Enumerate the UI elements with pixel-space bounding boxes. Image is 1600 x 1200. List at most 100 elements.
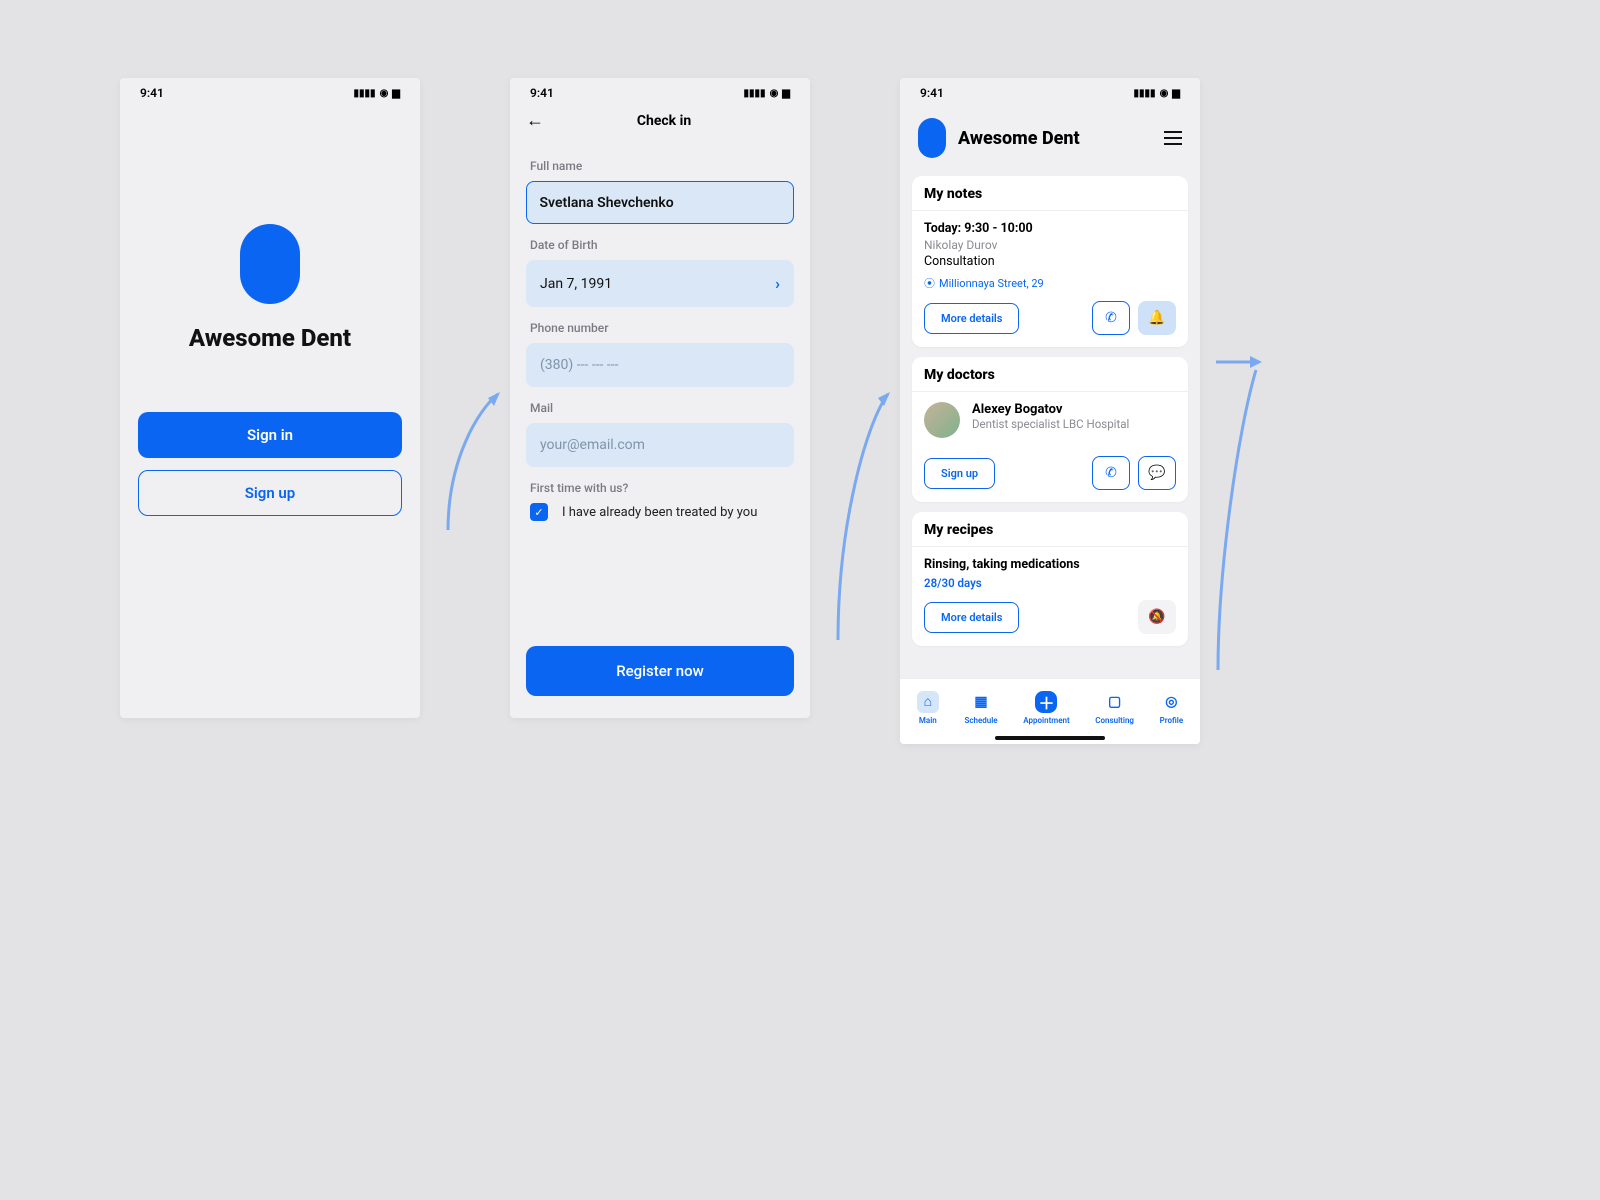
wifi-icon: ◉ <box>770 88 779 99</box>
more-details-button[interactable]: More details <box>924 303 1019 334</box>
card-title: My notes <box>912 176 1188 211</box>
more-details-button[interactable]: More details <box>924 602 1019 633</box>
chat-button[interactable]: 💬 <box>1138 456 1176 490</box>
card-my-recipes: My recipes Rinsing, taking medications 2… <box>912 512 1188 646</box>
chat-icon: 💬 <box>1148 465 1165 481</box>
signal-icon: ▮▮▮▮ <box>354 88 376 99</box>
battery-icon: ▆ <box>1172 88 1180 99</box>
status-bar: 9:41 ▮▮▮▮ ◉ ▆ <box>510 78 810 104</box>
plus-icon: ＋ <box>1035 691 1057 713</box>
note-person: Nikolay Durov <box>924 238 1176 252</box>
card-my-notes: My notes Today: 9:30 - 10:00 Nikolay Dur… <box>912 176 1188 347</box>
tab-consulting[interactable]: ▢ Consulting <box>1095 691 1134 725</box>
doctor-avatar <box>924 402 960 438</box>
status-time: 9:41 <box>920 86 944 100</box>
screen-welcome: 9:41 ▮▮▮▮ ◉ ▆ Awesome Dent Sign in Sign … <box>120 78 420 718</box>
doctor-signup-button[interactable]: Sign up <box>924 458 995 489</box>
flow-arrow-3 <box>1208 350 1268 690</box>
status-icons: ▮▮▮▮ ◉ ▆ <box>1134 88 1180 99</box>
back-button[interactable]: ← <box>526 110 544 131</box>
first-time-label: First time with us? <box>530 481 794 495</box>
tab-label: Appointment <box>1023 716 1069 725</box>
battery-icon: ▆ <box>392 88 400 99</box>
screen-main: 9:41 ▮▮▮▮ ◉ ▆ Awesome Dent My notes Toda… <box>900 78 1200 744</box>
bell-off-icon: 🔕 <box>1148 609 1165 625</box>
status-time: 9:41 <box>140 86 164 100</box>
recipe-title: Rinsing, taking medications <box>924 557 1176 572</box>
phone-icon: ✆ <box>1105 310 1117 326</box>
brand-logo <box>240 224 300 304</box>
treated-checkbox-row[interactable]: ✓ I have already been treated by you <box>526 503 794 521</box>
full-name-label: Full name <box>530 159 794 173</box>
battery-icon: ▆ <box>782 88 790 99</box>
dob-value: Jan 7, 1991 <box>540 276 612 292</box>
status-bar: 9:41 ▮▮▮▮ ◉ ▆ <box>120 78 420 104</box>
chat-icon: ▢ <box>1104 691 1126 713</box>
mail-input[interactable]: your@email.com <box>526 423 794 467</box>
tab-label: Consulting <box>1095 716 1134 725</box>
home-icon: ⌂ <box>917 691 939 713</box>
tab-profile[interactable]: ◎ Profile <box>1160 691 1184 725</box>
phone-input[interactable]: (380) --- --- --- <box>526 343 794 387</box>
screen-checkin: 9:41 ▮▮▮▮ ◉ ▆ ← Check in Full name Svetl… <box>510 78 810 718</box>
note-today-line: Today: 9:30 - 10:00 <box>924 221 1176 236</box>
note-address-text: Millionnaya Street, 29 <box>939 277 1044 290</box>
flow-arrow-2 <box>818 380 898 660</box>
main-header: Awesome Dent <box>900 104 1200 176</box>
flow-arrow-1 <box>428 380 508 550</box>
tab-label: Schedule <box>964 716 997 725</box>
bell-off-button[interactable]: 🔕 <box>1138 600 1176 634</box>
register-now-button[interactable]: Register now <box>526 646 794 696</box>
note-address[interactable]: ⦿ Millionnaya Street, 29 <box>924 275 1176 291</box>
recipe-progress: 28/30 days <box>924 576 1176 590</box>
wifi-icon: ◉ <box>380 88 389 99</box>
card-title: My doctors <box>912 357 1188 392</box>
dob-label: Date of Birth <box>530 238 794 252</box>
calendar-icon: ▦ <box>970 691 992 713</box>
full-name-input[interactable]: Svetlana Shevchenko <box>526 181 794 224</box>
dob-input[interactable]: Jan 7, 1991 › <box>526 260 794 307</box>
brand-title: Awesome Dent <box>958 128 1152 149</box>
phone-icon: ✆ <box>1105 465 1117 481</box>
chevron-right-icon: › <box>775 274 780 293</box>
wifi-icon: ◉ <box>1160 88 1169 99</box>
status-icons: ▮▮▮▮ ◉ ▆ <box>744 88 790 99</box>
bell-icon: 🔔 <box>1148 310 1165 326</box>
phone-label: Phone number <box>530 321 794 335</box>
note-type: Consultation <box>924 254 1176 269</box>
signal-icon: ▮▮▮▮ <box>744 88 766 99</box>
checkin-form: Full name Svetlana Shevchenko Date of Bi… <box>510 159 810 521</box>
status-time: 9:41 <box>530 86 554 100</box>
tab-label: Main <box>919 716 937 725</box>
bell-button[interactable]: 🔔 <box>1138 301 1176 335</box>
phone-button[interactable]: ✆ <box>1092 456 1130 490</box>
sign-up-button[interactable]: Sign up <box>138 470 402 516</box>
page-title: Check in <box>552 113 776 129</box>
doctor-row: Alexey Bogatov Dentist specialist LBC Ho… <box>912 392 1188 438</box>
profile-icon: ◎ <box>1160 691 1182 713</box>
tab-bar: ⌂ Main ▦ Schedule ＋ Appointment ▢ Consul… <box>900 678 1200 744</box>
doctor-name: Alexey Bogatov <box>972 402 1129 417</box>
checkbox-icon[interactable]: ✓ <box>530 503 548 521</box>
tab-label: Profile <box>1160 716 1184 725</box>
home-indicator <box>995 736 1105 740</box>
menu-button[interactable] <box>1164 131 1182 145</box>
tab-schedule[interactable]: ▦ Schedule <box>964 691 997 725</box>
phone-button[interactable]: ✆ <box>1092 301 1130 335</box>
tab-appointment[interactable]: ＋ Appointment <box>1023 691 1069 725</box>
sign-in-button[interactable]: Sign in <box>138 412 402 458</box>
card-my-doctors: My doctors Alexey Bogatov Dentist specia… <box>912 357 1188 502</box>
mail-label: Mail <box>530 401 794 415</box>
pin-icon: ⦿ <box>924 275 935 291</box>
brand-logo <box>918 118 946 158</box>
doctor-subtitle: Dentist specialist LBC Hospital <box>972 417 1129 431</box>
status-icons: ▮▮▮▮ ◉ ▆ <box>354 88 400 99</box>
tab-main[interactable]: ⌂ Main <box>917 691 939 725</box>
status-bar: 9:41 ▮▮▮▮ ◉ ▆ <box>900 78 1200 104</box>
page-header: ← Check in <box>510 104 810 145</box>
checkbox-label: I have already been treated by you <box>562 505 757 520</box>
card-title: My recipes <box>912 512 1188 547</box>
brand-title: Awesome Dent <box>120 324 420 352</box>
cards-container: My notes Today: 9:30 - 10:00 Nikolay Dur… <box>900 176 1200 646</box>
signal-icon: ▮▮▮▮ <box>1134 88 1156 99</box>
